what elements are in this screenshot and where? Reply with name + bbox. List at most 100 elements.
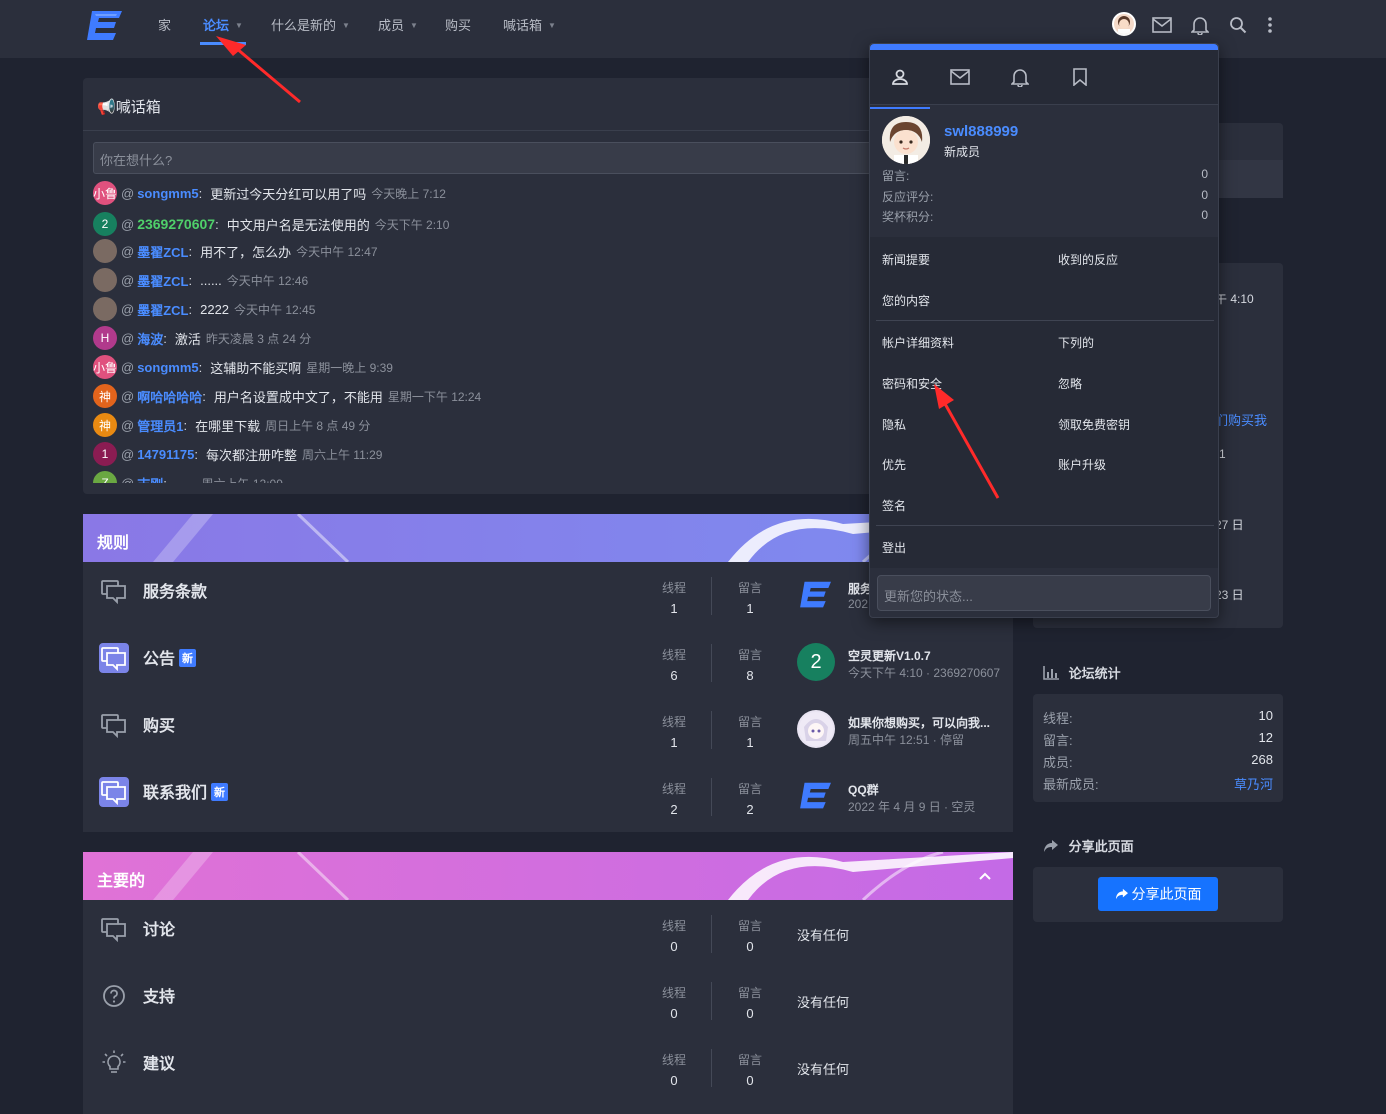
divider [876,525,1214,526]
avatar[interactable] [93,268,117,292]
profile-stat-row: 反应评分: 0 [882,188,1208,204]
partial-link[interactable]: 们购买我 [1215,410,1267,429]
avatar[interactable]: 小鲁 [93,181,117,205]
forum-node-title[interactable]: 支持 [143,983,175,1007]
link-news-feed[interactable]: 新闻提要 [882,251,930,268]
avatar[interactable]: 2 [797,643,835,681]
chevron-up-icon[interactable] [977,868,993,884]
more-vertical-icon[interactable] [1258,13,1282,37]
partial-time: 午 4:10 [1215,292,1254,306]
tab-inbox[interactable] [930,60,990,96]
avatar[interactable]: Z [93,471,117,483]
link-reactions-received[interactable]: 收到的反应 [1058,251,1118,268]
link-preferences[interactable]: 优先 [882,456,906,473]
nav-home[interactable]: 家 [158,17,171,39]
forum-node-title[interactable]: 购买 [143,712,175,736]
forum-node-title[interactable]: 联系我们新 [143,779,229,803]
share-arrow-icon [1043,839,1069,854]
shout-username[interactable]: 墨翟ZCL [137,300,188,319]
forum-node: 讨论 线程 0 留言 0 没有任何 [83,900,1013,967]
link-password-security[interactable]: 密码和安全 [882,375,942,392]
avatar[interactable]: 神 [93,384,117,408]
profile-username[interactable]: swl888999 [944,123,1018,140]
forum-node-title[interactable]: 讨论 [143,916,175,940]
avatar[interactable] [93,297,117,321]
threads-stat: 线程 0 [661,919,686,954]
shout-message: 2 @2369270607: 中文用户名是无法使用的 今天下午 2:10 [93,211,449,237]
stat-row: 最新成员: 草乃河 [1043,774,1273,793]
account-links-section [870,237,1218,568]
last-post-title[interactable]: 空灵更新V1.0.7 [848,647,931,664]
shout-username[interactable]: 墨翟ZCL [137,271,188,290]
megaphone-icon: 📢 [97,99,116,116]
shout-username[interactable]: 2369270607 [137,216,215,232]
share-page-button[interactable]: 分享此页面 [1098,877,1218,911]
category-title[interactable]: 规则 [97,529,129,553]
site-logo-icon[interactable] [86,9,124,43]
category-title[interactable]: 主要的 [97,867,145,891]
shout-username[interactable]: 14791175 [137,447,194,462]
link-account-upgrade[interactable]: 账户升级 [1058,456,1106,473]
bookmark-icon [1073,67,1087,89]
lightbulb-icon [99,1048,129,1078]
shout-username[interactable]: 啊哈哈哈哈 [137,387,202,406]
last-post-meta: 202 [848,597,869,611]
site-logo-icon[interactable] [797,777,835,815]
chevron-down-icon: ▼ [548,21,556,30]
shout-username[interactable]: songmm5 [137,186,198,201]
link-your-content[interactable]: 您的内容 [882,292,930,309]
avatar[interactable]: 2 [93,212,117,236]
last-post-title[interactable]: QQ群 [848,781,879,798]
tab-alerts[interactable] [990,60,1050,96]
stat-row: 成员: 268 [1043,752,1273,770]
bell-icon[interactable] [1188,13,1212,37]
partial-date: 23 日 [1215,588,1244,602]
link-ignoring[interactable]: 忽略 [1058,375,1082,392]
shoutbox-input[interactable]: 你在想什么? [93,142,893,174]
newest-member-link[interactable]: 草乃河 [1234,774,1273,793]
shout-username[interactable]: 管理员1 [137,416,183,435]
link-following[interactable]: 下列的 [1058,334,1094,351]
avatar[interactable] [93,239,117,263]
nav-whats-new[interactable]: 什么是新的 ▼ [271,17,350,39]
logout-link[interactable]: 登出 [882,539,906,556]
account-menu-tabs [870,50,1218,109]
search-icon[interactable] [1226,13,1250,37]
shout-username[interactable]: 墨翟ZCL [137,242,188,261]
shout-message: Z @志刚: ......周六上午 12:09 [93,470,283,483]
site-logo-icon[interactable] [797,576,835,614]
forum-node-title[interactable]: 公告新 [143,645,197,669]
share-title: 分享此页面 [1043,836,1134,855]
link-free-key[interactable]: 领取免费密钥 [1058,416,1130,433]
shout-username[interactable]: 海波 [137,329,163,348]
nav-members[interactable]: 成员 ▼ [378,17,418,39]
nav-buy[interactable]: 购买 [445,17,471,39]
avatar[interactable]: H [93,326,117,350]
shout-username[interactable]: 志刚 [137,474,163,484]
tab-account[interactable] [870,60,930,96]
user-avatar[interactable] [1112,12,1136,36]
posts-stat: 留言 0 [737,1053,762,1088]
tab-bookmarks[interactable] [1050,60,1110,96]
link-privacy[interactable]: 隐私 [882,416,906,433]
forum-node-title[interactable]: 建议 [143,1050,175,1074]
threads-stat: 线程 1 [661,715,686,750]
avatar[interactable] [797,710,835,748]
last-post-title[interactable]: 如果你想购买，可以向我... [848,714,990,731]
nav-shoutbox[interactable]: 喊话箱 ▼ [503,17,556,39]
status-update-input[interactable]: 更新您的状态... [877,575,1211,611]
category-banner-main[interactable]: 主要的 [83,852,1013,900]
avatar[interactable]: 1 [93,442,117,466]
avatar[interactable]: 小鲁 [93,355,117,379]
nav-forums[interactable]: 论坛 ▼ [203,17,243,39]
avatar[interactable] [882,116,930,164]
mail-icon[interactable] [1150,13,1174,37]
link-account-details[interactable]: 帐户详细资料 [882,334,954,351]
shout-username[interactable]: songmm5 [137,360,198,375]
partial-text: 1 [1219,447,1226,461]
divider [876,320,1214,321]
avatar[interactable]: 神 [93,413,117,437]
link-signature[interactable]: 签名 [882,497,906,514]
forum-node-title[interactable]: 服务条款 [143,578,207,602]
threads-stat: 线程 0 [661,1053,686,1088]
